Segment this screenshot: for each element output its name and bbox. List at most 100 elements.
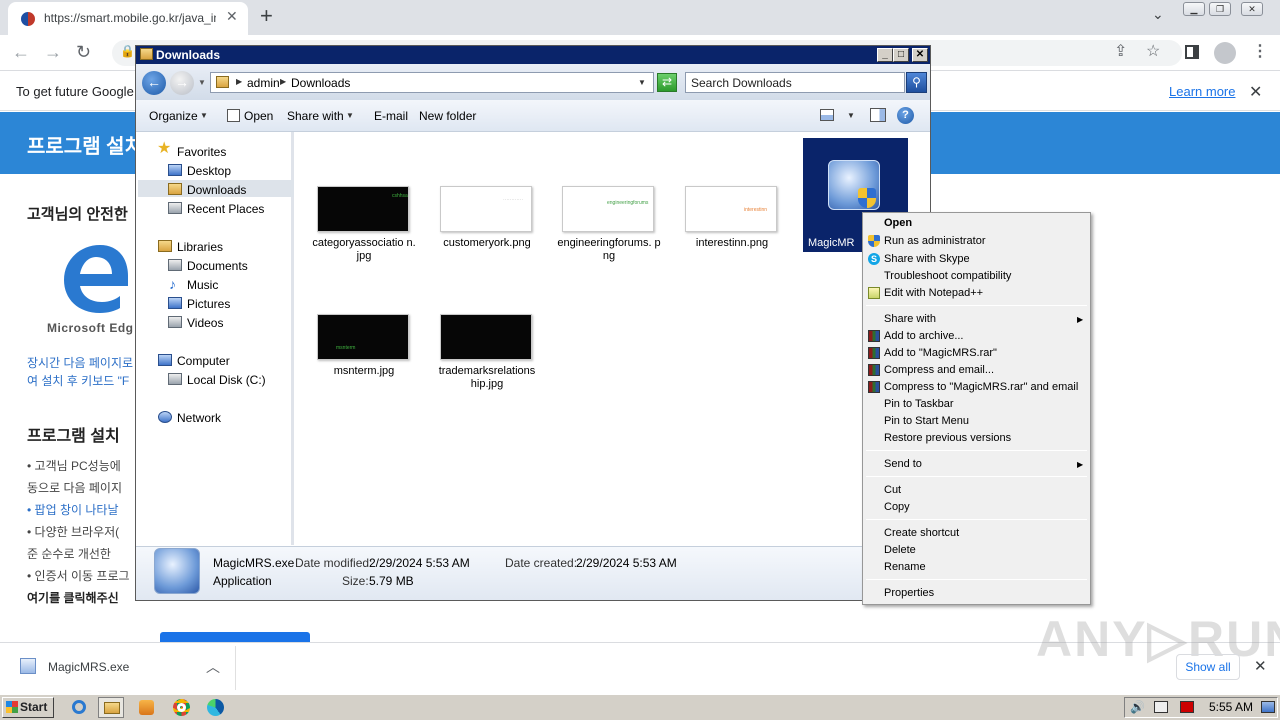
close-window-button[interactable]: ✕ [1241, 2, 1263, 16]
nav-network[interactable]: Network [177, 411, 221, 425]
nav-favorites[interactable]: Favorites [177, 145, 226, 159]
email-button[interactable]: E-mail [374, 109, 408, 123]
back-arrow-icon[interactable]: ← [12, 42, 30, 62]
change-view-icon[interactable] [820, 109, 834, 121]
nav-downloads[interactable]: Downloads [187, 183, 246, 197]
open-button[interactable]: Open [244, 109, 273, 123]
search-icon[interactable]: ⚲ [906, 72, 927, 93]
learn-more-link[interactable]: Learn more [1169, 84, 1235, 99]
side-panel-icon[interactable] [1185, 45, 1199, 59]
security-tray-icon[interactable] [1180, 701, 1194, 713]
bookmark-star-icon[interactable]: ☆ [1146, 43, 1160, 61]
file-item[interactable]: engineeringforums engineeringforums. png [557, 186, 661, 266]
explorer-title-bar[interactable] [136, 46, 930, 64]
nav-recent-places[interactable]: Recent Places [187, 202, 264, 216]
preview-pane-icon[interactable] [870, 108, 886, 122]
menu-kebab-icon[interactable]: ⋮ [1252, 43, 1268, 61]
menu-item-properties[interactable]: Properties [884, 587, 934, 599]
taskbar-explorer-icon[interactable] [98, 697, 124, 718]
file-item[interactable]: ············ customeryork.png [435, 186, 539, 266]
menu-item-add-archive[interactable]: Add to archive... [884, 330, 964, 342]
show-all-button[interactable]: Show all [1176, 654, 1240, 680]
network-tray-icon[interactable] [1154, 701, 1168, 713]
open-icon[interactable] [227, 109, 240, 122]
nav-libraries[interactable]: Libraries [177, 240, 223, 254]
menu-item-open[interactable]: Open [884, 217, 912, 229]
menu-item-compress-email[interactable]: Compress and email... [884, 364, 994, 376]
volume-icon[interactable]: 🔊 [1130, 700, 1145, 714]
tab-close-icon[interactable]: ✕ [226, 8, 238, 25]
file-item[interactable]: interestinn interestinn.png [680, 186, 784, 266]
restore-window-button[interactable]: ❐ [1209, 2, 1231, 16]
taskbar-clock[interactable]: 5:55 AM [1209, 700, 1253, 714]
share-with-button[interactable]: Share with [287, 109, 344, 123]
info-bar-close-icon[interactable]: ✕ [1249, 82, 1262, 102]
minimize-window-button[interactable]: ▁ [1183, 2, 1205, 16]
menu-item-compress-rar-email[interactable]: Compress to "MagicMRS.rar" and email [884, 381, 1078, 393]
explorer-maximize-button[interactable]: □ [893, 48, 909, 62]
menu-item-rename[interactable]: Rename [884, 561, 926, 573]
profile-avatar-icon[interactable] [1214, 42, 1236, 64]
folder-icon [216, 76, 229, 88]
shelf-close-icon[interactable]: ✕ [1254, 657, 1267, 675]
file-item[interactable]: trademarksrelations hip.jpg [435, 314, 539, 394]
nav-local-disk[interactable]: Local Disk (C:) [187, 373, 266, 387]
new-tab-button[interactable]: + [260, 5, 273, 27]
nav-music[interactable]: Music [187, 278, 218, 292]
taskbar-media-player-icon[interactable] [134, 697, 160, 718]
menu-item-restore-versions[interactable]: Restore previous versions [884, 432, 1011, 444]
taskbar-chrome-icon[interactable] [168, 697, 194, 718]
menu-item-create-shortcut[interactable]: Create shortcut [884, 527, 959, 539]
history-dropdown-icon[interactable]: ▼ [198, 78, 206, 87]
menu-item-pin-taskbar[interactable]: Pin to Taskbar [884, 398, 954, 410]
exe-file-icon [20, 658, 36, 674]
click-here-link[interactable]: 여기를 클릭해주신 [27, 589, 119, 606]
menu-item-troubleshoot[interactable]: Troubleshoot compatibility [884, 270, 1011, 282]
menu-item-add-rar[interactable]: Add to "MagicMRS.rar" [884, 347, 997, 359]
menu-item-share-with[interactable]: Share with [884, 313, 936, 325]
nav-computer[interactable]: Computer [177, 354, 230, 368]
breadcrumb-downloads[interactable]: Downloads [291, 76, 350, 90]
menu-item-share-skype[interactable]: Share with Skype [884, 253, 970, 265]
address-dropdown-icon[interactable]: ▼ [638, 78, 646, 87]
menu-item-copy[interactable]: Copy [884, 501, 910, 513]
view-dropdown-icon[interactable]: ▼ [847, 111, 855, 120]
menu-item-run-as-admin[interactable]: Run as administrator [884, 235, 986, 247]
popup-link[interactable]: • 팝업 창이 나타날 [27, 501, 118, 518]
share-with-dropdown-icon[interactable]: ▼ [346, 111, 354, 120]
taskbar-ie-icon[interactable] [66, 697, 92, 718]
breadcrumb-admin[interactable]: admin [247, 76, 280, 90]
menu-item-pin-start[interactable]: Pin to Start Menu [884, 415, 969, 427]
tab-search-chevron-icon[interactable]: ⌄ [1152, 6, 1164, 23]
organize-dropdown-icon[interactable]: ▼ [200, 111, 208, 120]
menu-item-send-to[interactable]: Send to [884, 458, 922, 470]
file-item[interactable]: cshhsa categoryassociatio n.jpg [312, 186, 416, 266]
breadcrumb-arrow-icon[interactable]: ▶ [236, 77, 242, 86]
forward-button[interactable]: → [170, 71, 194, 95]
show-desktop-icon[interactable] [1261, 701, 1275, 713]
nav-videos[interactable]: Videos [187, 316, 223, 330]
help-icon[interactable]: ? [897, 107, 914, 124]
lock-icon[interactable]: 🔒 [120, 44, 135, 58]
taskbar-edge-icon[interactable] [202, 697, 228, 718]
thumbnail-text: msnterm [336, 345, 356, 351]
back-button[interactable]: ← [142, 71, 166, 95]
menu-item-cut[interactable]: Cut [884, 484, 901, 496]
refresh-icon[interactable]: ⇄ [657, 73, 677, 92]
menu-item-edit-notepad[interactable]: Edit with Notepad++ [884, 287, 983, 299]
share-icon[interactable]: ⇪ [1114, 43, 1127, 61]
menu-item-delete[interactable]: Delete [884, 544, 916, 556]
breadcrumb-arrow-icon[interactable]: ▶ [280, 77, 286, 86]
nav-desktop[interactable]: Desktop [187, 164, 231, 178]
organize-button[interactable]: Organize [149, 109, 198, 123]
browser-tab[interactable]: https://smart.mobile.go.kr/java_inst ✕ [8, 2, 248, 35]
reload-icon[interactable]: ↻ [76, 42, 91, 62]
file-item[interactable]: msnterm msnterm.jpg [312, 314, 416, 394]
nav-pictures[interactable]: Pictures [187, 297, 230, 311]
chevron-up-icon[interactable]: ︿ [206, 657, 220, 677]
new-folder-button[interactable]: New folder [419, 109, 476, 123]
nav-documents[interactable]: Documents [187, 259, 248, 273]
explorer-minimize-button[interactable]: _ [877, 48, 893, 62]
forward-arrow-icon[interactable]: → [44, 42, 62, 62]
explorer-close-button[interactable]: ✕ [912, 48, 928, 62]
